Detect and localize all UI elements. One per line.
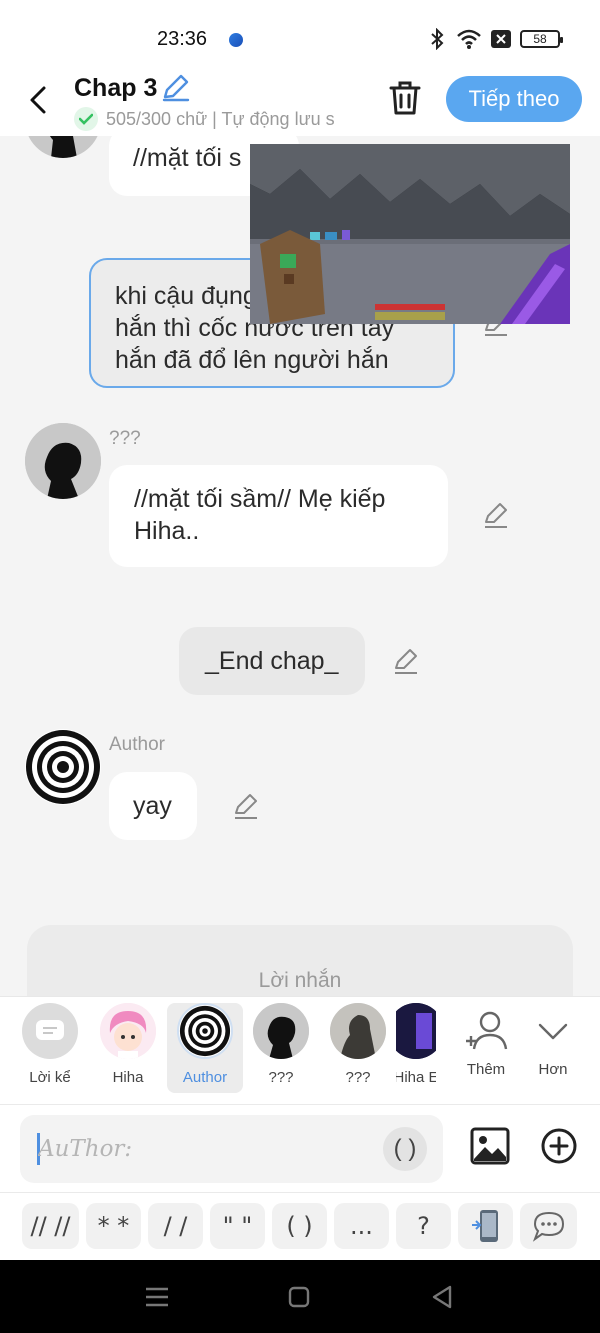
unknown-avatar bbox=[253, 1003, 309, 1059]
message-text: _End chap_ bbox=[205, 647, 339, 675]
speaker-name: Author bbox=[109, 734, 165, 755]
character-label: ??? bbox=[345, 1069, 371, 1086]
home-icon[interactable] bbox=[284, 1282, 314, 1312]
chip-parens[interactable]: ( ) bbox=[272, 1203, 327, 1249]
avatar[interactable] bbox=[25, 423, 101, 499]
battery-icon: 58 bbox=[520, 30, 563, 48]
status-icons: 58 bbox=[426, 28, 563, 50]
paren-button[interactable]: ( ) bbox=[383, 1127, 427, 1171]
next-button[interactable]: Tiếp theo bbox=[446, 76, 582, 122]
speech-bubble-chip[interactable] bbox=[520, 1203, 577, 1249]
avatar[interactable] bbox=[25, 136, 101, 158]
character-hiha-e[interactable]: Hiha E bbox=[396, 1003, 436, 1093]
more-characters-button[interactable]: Hơn bbox=[515, 1003, 591, 1093]
message-bubble[interactable]: //mặt tối sầm// Mẹ kiếp Hiha.. bbox=[109, 465, 448, 567]
battery-level: 58 bbox=[533, 32, 547, 46]
phone-message-chip[interactable] bbox=[458, 1203, 513, 1249]
add-person-icon bbox=[466, 1011, 508, 1050]
character-label: ??? bbox=[268, 1069, 294, 1086]
author-avatar[interactable] bbox=[25, 729, 101, 805]
author-avatar bbox=[177, 1003, 233, 1059]
character-label: Hiha E bbox=[396, 1069, 436, 1086]
back-nav-icon[interactable] bbox=[428, 1282, 458, 1312]
message-line: Hiha.. bbox=[134, 517, 200, 545]
header: Chap 3 505/300 chữ | Tự động lưu s Tiếp … bbox=[0, 74, 600, 136]
message-line: //mặt tối sầm// Mẹ kiếp bbox=[134, 485, 386, 513]
plus-circle-icon[interactable] bbox=[540, 1127, 578, 1165]
word-count-text: 505/300 chữ | Tự động lưu s bbox=[106, 108, 335, 129]
edit-icon[interactable] bbox=[392, 648, 420, 676]
character-author[interactable]: Author bbox=[167, 1003, 243, 1093]
chip-asterisk[interactable]: * * bbox=[86, 1203, 141, 1249]
status-bar: 23:36 58 bbox=[0, 0, 600, 74]
chip-quotes[interactable]: " " bbox=[210, 1203, 265, 1249]
narration-bubble[interactable]: _End chap_ bbox=[179, 627, 365, 695]
note-label: Lời nhắn bbox=[258, 969, 342, 992]
hiha-avatar bbox=[100, 1003, 156, 1059]
wifi-icon bbox=[457, 29, 481, 49]
chip-slash[interactable]: / / bbox=[148, 1203, 203, 1249]
system-nav-bar bbox=[0, 1260, 600, 1333]
character-label: Hiha bbox=[112, 1069, 144, 1086]
message-input-box[interactable]: ( ) bbox=[20, 1115, 443, 1183]
character-unknown-1[interactable]: ??? bbox=[243, 1003, 319, 1093]
app-notification-icon bbox=[229, 33, 243, 47]
word-count-status: 505/300 chữ | Tự động lưu s bbox=[74, 107, 364, 131]
character-selector: Lời kể Hiha Author ??? ??? Hiha E Thêm H… bbox=[0, 996, 600, 1104]
page-title: Chap 3 bbox=[74, 74, 158, 102]
chat-bubble-icon bbox=[36, 1020, 64, 1040]
character-label: Hơn bbox=[538, 1061, 568, 1078]
chevron-left-icon bbox=[30, 86, 46, 114]
message-input[interactable] bbox=[38, 1133, 368, 1165]
message-text: yay bbox=[133, 792, 172, 820]
back-button[interactable] bbox=[20, 82, 56, 118]
message-bubble[interactable]: yay bbox=[109, 772, 197, 840]
chip-double-slash[interactable]: // // bbox=[22, 1203, 79, 1249]
quick-insert-row: // // * * / / " " ( ) ... ? bbox=[0, 1192, 600, 1260]
message-line: hắn đã đổ lên người hắn bbox=[115, 346, 389, 374]
message-text: //mặt tối s bbox=[133, 144, 242, 172]
character-label: Lời kể bbox=[29, 1069, 71, 1086]
status-time: 23:36 bbox=[157, 28, 208, 50]
speech-bubble-icon bbox=[532, 1211, 564, 1242]
unknown-avatar bbox=[330, 1003, 386, 1059]
edit-icon[interactable] bbox=[232, 793, 260, 821]
game-video-frame bbox=[250, 144, 570, 324]
input-bar: ( ) bbox=[0, 1104, 600, 1192]
character-narrator[interactable]: Lời kể bbox=[12, 1003, 88, 1093]
narrator-avatar bbox=[22, 1003, 78, 1059]
video-overlay[interactable] bbox=[250, 144, 570, 324]
character-unknown-2[interactable]: ??? bbox=[320, 1003, 396, 1093]
edit-title-icon[interactable] bbox=[160, 74, 192, 102]
chip-question[interactable]: ? bbox=[396, 1203, 451, 1249]
chip-ellipsis[interactable]: ... bbox=[334, 1203, 389, 1249]
phone-icon bbox=[471, 1210, 498, 1242]
trash-icon[interactable] bbox=[388, 80, 422, 116]
check-icon bbox=[74, 107, 98, 131]
add-character-button[interactable]: Thêm bbox=[448, 1003, 524, 1093]
chevron-down-icon bbox=[538, 1023, 568, 1040]
character-label: Thêm bbox=[466, 1061, 506, 1078]
character-label: Author bbox=[182, 1069, 228, 1086]
image-icon[interactable] bbox=[470, 1127, 510, 1165]
no-sim-icon bbox=[491, 30, 511, 48]
character-hiha[interactable]: Hiha bbox=[90, 1003, 166, 1093]
edit-icon[interactable] bbox=[482, 502, 510, 530]
menu-icon[interactable] bbox=[142, 1282, 172, 1312]
speaker-name: ??? bbox=[109, 428, 141, 449]
bluetooth-icon bbox=[431, 28, 444, 50]
hiha-e-avatar bbox=[396, 1003, 436, 1059]
